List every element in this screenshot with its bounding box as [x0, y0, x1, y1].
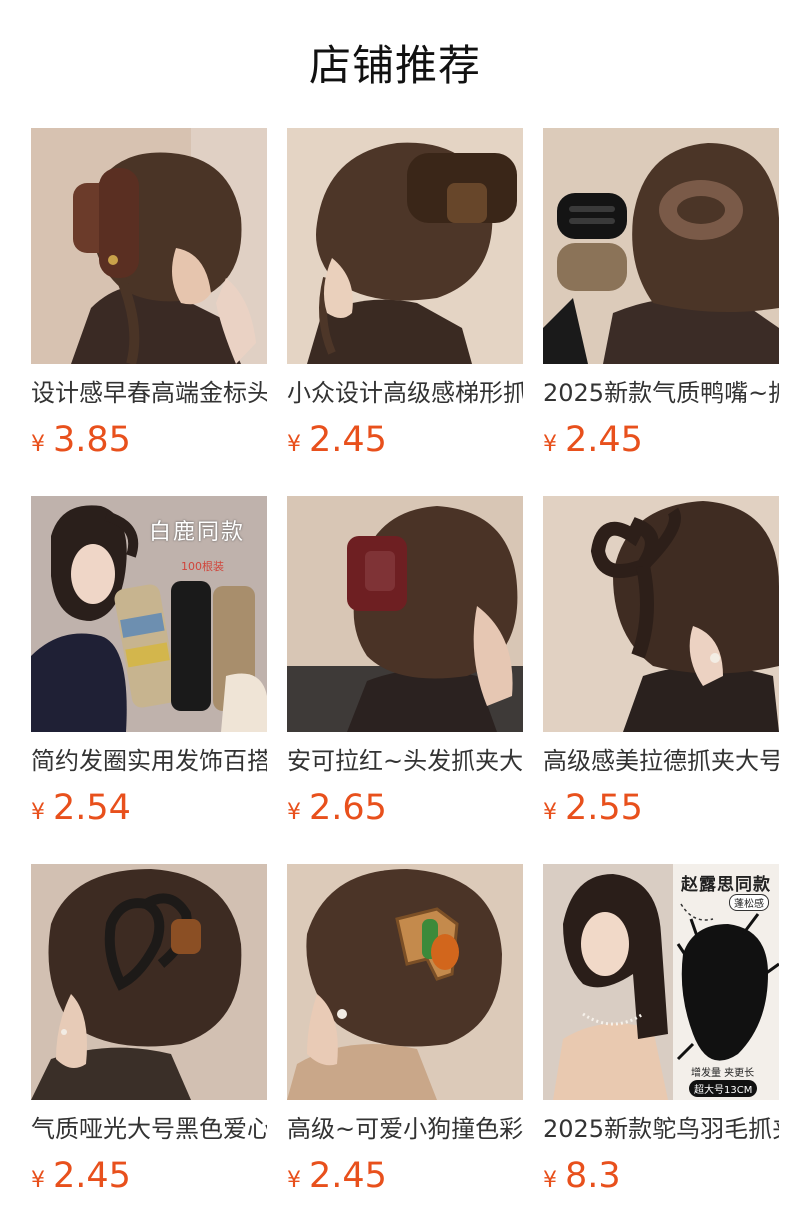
promo-caption: 增发量 夹更长: [691, 1068, 755, 1079]
product-name[interactable]: 2025新款鸵鸟羽毛抓夹: [543, 1114, 779, 1144]
product-card[interactable]: 高级感美拉德抓夹大号 ¥2.55: [543, 496, 779, 864]
product-name[interactable]: 设计感早春高端金标头发抓夹: [31, 378, 267, 408]
product-photo: [31, 128, 267, 364]
product-name[interactable]: 气质哑光大号黑色爱心抓夹: [31, 1114, 267, 1144]
product-price: ¥2.65: [287, 788, 523, 828]
currency-symbol: ¥: [31, 800, 45, 825]
product-price: ¥2.45: [543, 420, 779, 460]
product-grid: 设计感早春高端金标头发抓夹 ¥3.85 小众设计高级感梯形抓夹 ¥2.45: [31, 128, 790, 1232]
product-price: ¥2.45: [287, 1156, 523, 1196]
product-image[interactable]: [287, 496, 523, 732]
currency-symbol: ¥: [31, 1168, 45, 1193]
promo-headline: 赵露思同款: [681, 875, 771, 895]
currency-symbol: ¥: [543, 432, 557, 457]
product-card[interactable]: 赵露思同款 蓬松感 增发量 夹更长 超大号13CM 2025新款鸵鸟羽毛抓夹 ¥…: [543, 864, 779, 1232]
promo-headline: 白鹿同款: [149, 520, 246, 545]
product-card[interactable]: 高级~可爱小狗撞色彩色抓夹 ¥2.45: [287, 864, 523, 1232]
price-value: 2.65: [309, 788, 387, 828]
product-image[interactable]: [543, 128, 779, 364]
product-card[interactable]: 设计感早春高端金标头发抓夹 ¥3.85: [31, 128, 267, 496]
product-image[interactable]: 赵露思同款 蓬松感 增发量 夹更长 超大号13CM: [543, 864, 779, 1100]
price-value: 2.45: [309, 1156, 387, 1196]
product-image[interactable]: 白鹿同款 100根装: [31, 496, 267, 732]
product-name[interactable]: 高级感美拉德抓夹大号: [543, 746, 779, 776]
page-title: 店铺推荐: [308, 41, 481, 90]
promo-badge: 蓬松感: [729, 894, 769, 911]
price-value: 8.3: [565, 1156, 621, 1196]
product-price: ¥2.45: [31, 1156, 267, 1196]
product-photo: [543, 128, 779, 364]
product-card[interactable]: 小众设计高级感梯形抓夹 ¥2.45: [287, 128, 523, 496]
product-photo: [31, 864, 267, 1100]
product-image[interactable]: [31, 864, 267, 1100]
product-photo: [287, 128, 523, 364]
product-name[interactable]: 2025新款气质鸭嘴~抓夹: [543, 378, 779, 408]
product-price: ¥2.45: [287, 420, 523, 460]
product-price: ¥3.85: [31, 420, 267, 460]
currency-symbol: ¥: [287, 432, 301, 457]
price-value: 2.45: [565, 420, 643, 460]
price-value: 2.45: [309, 420, 387, 460]
product-price: ¥2.54: [31, 788, 267, 828]
product-card[interactable]: 白鹿同款 100根装 简约发圈实用发饰百搭款 ¥2.54: [31, 496, 267, 864]
product-image[interactable]: [31, 128, 267, 364]
product-price: ¥8.3: [543, 1156, 779, 1196]
product-photo: [543, 496, 779, 732]
price-value: 3.85: [53, 420, 131, 460]
product-photo: [287, 864, 523, 1100]
promo-badge: 100根装: [181, 560, 224, 573]
product-card[interactable]: 气质哑光大号黑色爱心抓夹 ¥2.45: [31, 864, 267, 1232]
currency-symbol: ¥: [31, 432, 45, 457]
product-name[interactable]: 小众设计高级感梯形抓夹: [287, 378, 523, 408]
currency-symbol: ¥: [543, 800, 557, 825]
currency-symbol: ¥: [287, 800, 301, 825]
product-price: ¥2.55: [543, 788, 779, 828]
product-card[interactable]: 2025新款气质鸭嘴~抓夹 ¥2.45: [543, 128, 779, 496]
product-name[interactable]: 安可拉红~头发抓夹大号: [287, 746, 523, 776]
price-value: 2.55: [565, 788, 643, 828]
price-value: 2.45: [53, 1156, 131, 1196]
currency-symbol: ¥: [543, 1168, 557, 1193]
product-card[interactable]: 安可拉红~头发抓夹大号 ¥2.65: [287, 496, 523, 864]
price-value: 2.54: [53, 788, 131, 828]
product-image[interactable]: [543, 496, 779, 732]
product-photo: [287, 496, 523, 732]
product-image[interactable]: [287, 864, 523, 1100]
size-tag: 超大号13CM: [689, 1080, 758, 1097]
currency-symbol: ¥: [287, 1168, 301, 1193]
product-name[interactable]: 简约发圈实用发饰百搭款: [31, 746, 267, 776]
product-image[interactable]: [287, 128, 523, 364]
product-name[interactable]: 高级~可爱小狗撞色彩色抓夹: [287, 1114, 523, 1144]
